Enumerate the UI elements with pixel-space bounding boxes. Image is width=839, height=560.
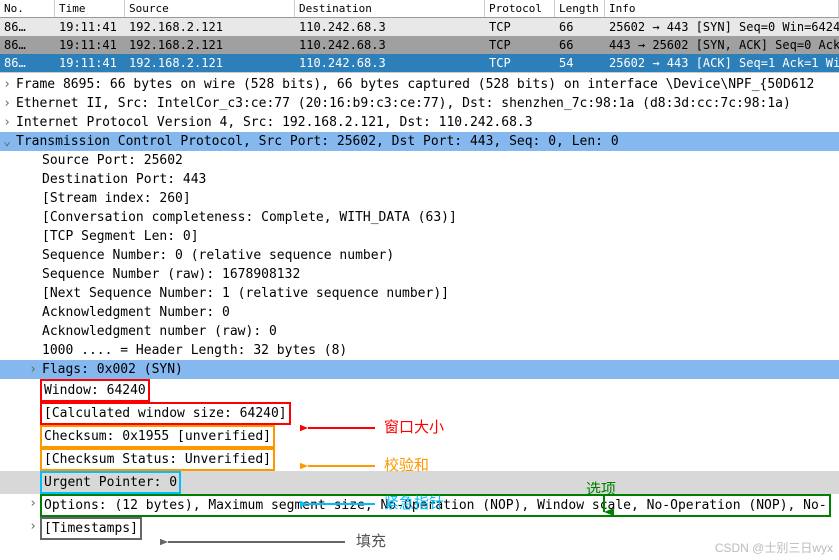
cell-proto: TCP [485,18,555,36]
cell-no: 86… [0,54,55,72]
expander-icon[interactable]: › [0,94,14,113]
cell-len: 66 [555,36,605,54]
tree-node-stream[interactable]: [Stream index: 260] [0,189,839,208]
arrow-cyan-icon [300,494,380,514]
annotation-options: 选项 [586,478,616,499]
table-row[interactable]: 86… 19:11:41 192.168.2.121 110.242.68.3 … [0,54,839,72]
col-no-header[interactable]: No. [0,0,55,17]
col-dst-header[interactable]: Destination [295,0,485,17]
tree-node-seq[interactable]: Sequence Number: 0 (relative sequence nu… [0,246,839,265]
tree-node-src-port[interactable]: Source Port: 25602 [0,151,839,170]
tree-node-frame[interactable]: ›Frame 8695: 66 bytes on wire (528 bits)… [0,75,839,94]
tree-node-flags[interactable]: ›Flags: 0x002 (SYN) [0,360,839,379]
col-info-header[interactable]: Info [605,0,839,17]
tree-node-conversation[interactable]: [Conversation completeness: Complete, WI… [0,208,839,227]
cell-src: 192.168.2.121 [125,36,295,54]
tree-node-timestamps[interactable]: ›[Timestamps] [0,517,839,540]
tree-node-window[interactable]: Window: 64240 [0,379,839,402]
watermark: CSDN @士别三日wyx [715,539,833,556]
expander-icon[interactable]: › [0,75,14,94]
cell-proto: TCP [485,54,555,72]
tree-node-ethernet[interactable]: ›Ethernet II, Src: IntelCor_c3:ce:77 (20… [0,94,839,113]
cell-time: 19:11:41 [55,54,125,72]
tree-node-nextseq[interactable]: [Next Sequence Number: 1 (relative seque… [0,284,839,303]
tree-node-seglen[interactable]: [TCP Segment Len: 0] [0,227,839,246]
cell-info: 443 → 25602 [SYN, ACK] Seq=0 Ack= [605,36,839,54]
packet-list: No. Time Source Destination Protocol Len… [0,0,839,73]
packet-list-header: No. Time Source Destination Protocol Len… [0,0,839,18]
expander-icon[interactable]: › [26,360,40,379]
annotation-checksum: 校验和 [384,454,429,475]
arrow-orange-icon [300,456,380,476]
cell-info: 25602 → 443 [SYN] Seq=0 Win=64240 [605,18,839,36]
cell-len: 66 [555,18,605,36]
cell-len: 54 [555,54,605,72]
cell-dst: 110.242.68.3 [295,18,485,36]
cell-no: 86… [0,36,55,54]
annotation-window: 窗口大小 [384,416,444,437]
cell-info: 25602 → 443 [ACK] Seq=1 Ack=1 Win [605,54,839,72]
tree-node-dst-port[interactable]: Destination Port: 443 [0,170,839,189]
expander-icon[interactable]: › [26,517,40,536]
tree-node-hlen[interactable]: 1000 .... = Header Length: 32 bytes (8) [0,341,839,360]
expander-icon[interactable]: ⌄ [0,132,14,151]
tree-node-ack[interactable]: Acknowledgment Number: 0 [0,303,839,322]
cell-time: 19:11:41 [55,36,125,54]
expander-icon[interactable]: › [26,494,40,513]
table-row[interactable]: 86… 19:11:41 192.168.2.121 110.242.68.3 … [0,18,839,36]
col-src-header[interactable]: Source [125,0,295,17]
tree-node-seqraw[interactable]: Sequence Number (raw): 1678908132 [0,265,839,284]
col-proto-header[interactable]: Protocol [485,0,555,17]
cell-proto: TCP [485,36,555,54]
tree-node-tcp[interactable]: ⌄Transmission Control Protocol, Src Port… [0,132,839,151]
arrow-gray-icon [160,532,350,552]
tree-node-ip[interactable]: ›Internet Protocol Version 4, Src: 192.1… [0,113,839,132]
col-len-header[interactable]: Length [555,0,605,17]
cell-dst: 110.242.68.3 [295,54,485,72]
cell-dst: 110.242.68.3 [295,36,485,54]
cell-src: 192.168.2.121 [125,18,295,36]
expander-icon[interactable]: › [0,113,14,132]
tree-node-ackraw[interactable]: Acknowledgment number (raw): 0 [0,322,839,341]
cell-time: 19:11:41 [55,18,125,36]
col-time-header[interactable]: Time [55,0,125,17]
table-row[interactable]: 86… 19:11:41 192.168.2.121 110.242.68.3 … [0,36,839,54]
annotation-urgent: 紧急指针 [384,492,444,513]
annotation-fill: 填充 [356,530,386,551]
cell-no: 86… [0,18,55,36]
arrow-red-icon [300,418,380,438]
cell-src: 192.168.2.121 [125,54,295,72]
